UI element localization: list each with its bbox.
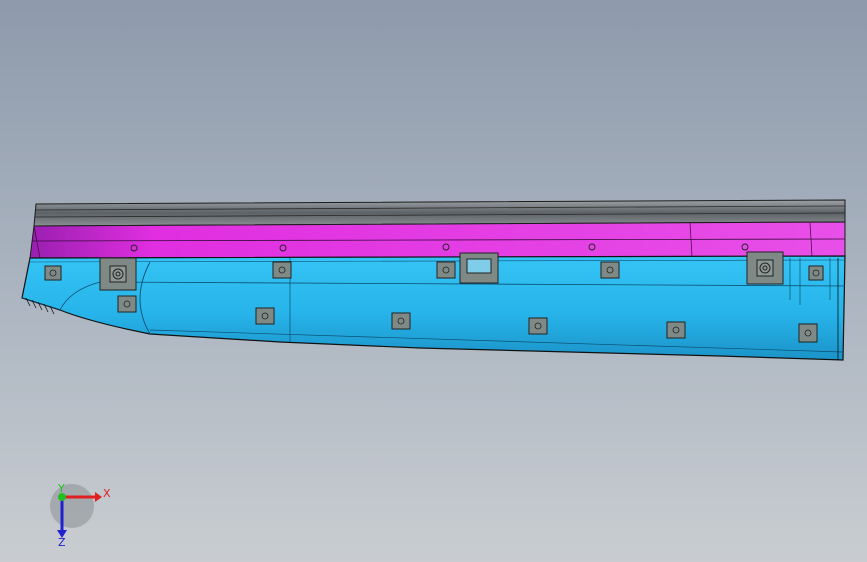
cad-viewport[interactable]: X Y Z: [0, 0, 867, 562]
z-axis-label: Z: [58, 536, 66, 549]
x-axis-label: X: [103, 487, 111, 500]
orientation-triad: X Y Z: [50, 482, 111, 549]
y-axis-label: Y: [57, 482, 65, 495]
triad-shadow: [50, 484, 94, 528]
